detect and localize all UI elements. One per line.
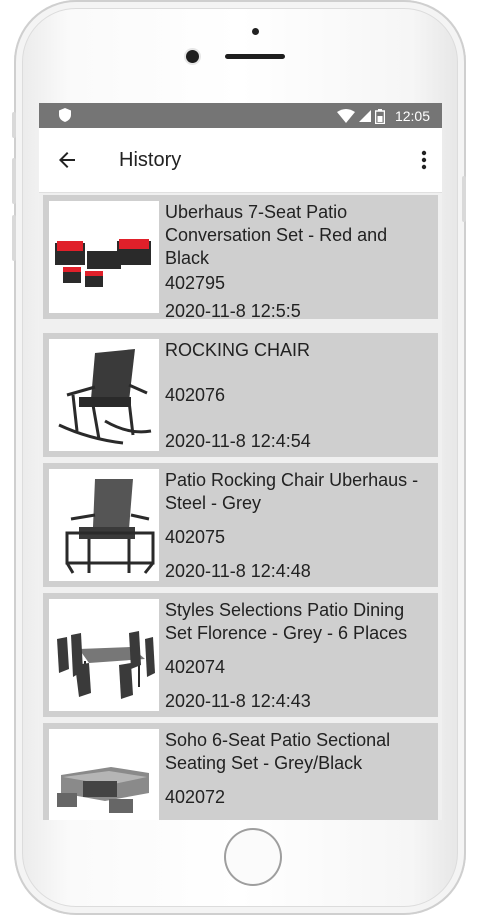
power-button (462, 176, 466, 222)
more-options-icon[interactable] (418, 148, 430, 172)
mute-switch (12, 112, 16, 138)
back-arrow-icon[interactable] (55, 148, 79, 172)
front-camera (186, 50, 199, 63)
screen: 12:05 History Uberhaus 7-Seat Patio Conv… (39, 103, 442, 820)
item-code: 402795 (165, 273, 226, 293)
item-code: 402074 (165, 657, 226, 677)
rocking-chair-image (58, 349, 152, 445)
page-title: History (119, 149, 182, 171)
item-date: 2020-11-8 12:4:43 (165, 691, 311, 711)
signal-icon (358, 110, 371, 122)
product-image (49, 201, 159, 313)
glider-chair-image (65, 479, 155, 574)
sectional-set-image (57, 767, 149, 813)
volume-up-button (12, 158, 16, 204)
list-item[interactable]: ROCKING CHAIR 402076 2020-11-8 12:4:54 (43, 333, 438, 457)
list-item[interactable]: Soho 6-Seat Patio Sectional Seating Set … (43, 723, 438, 820)
list-item[interactable]: Patio Rocking Chair Uberhaus - Steel - G… (43, 463, 438, 587)
dining-set-image (57, 631, 155, 699)
item-name: Soho 6-Seat Patio Sectional Seating Set … (165, 730, 391, 773)
product-image (49, 469, 159, 581)
item-code: 402076 (165, 385, 226, 405)
battery-icon (374, 108, 385, 124)
item-code: 402072 (165, 787, 226, 807)
list-item[interactable]: Uberhaus 7-Seat Patio Conversation Set -… (43, 195, 438, 321)
patio-set-image (55, 239, 151, 287)
shield-icon (59, 108, 71, 122)
product-image (49, 729, 159, 820)
home-button[interactable] (224, 828, 282, 886)
volume-down-button (12, 215, 16, 261)
product-image (49, 339, 159, 451)
status-icons: 12:05 (336, 106, 430, 126)
item-date: 2020-11-8 12:4:54 (165, 431, 311, 451)
item-name: Patio Rocking Chair Uberhaus - Steel - G… (165, 470, 419, 513)
item-name: ROCKING CHAIR (165, 340, 311, 360)
app-bar: History (39, 128, 442, 193)
product-image (49, 599, 159, 711)
list-item[interactable]: Styles Selections Patio Dining Set Flore… (43, 593, 438, 717)
status-time: 12:05 (394, 108, 430, 124)
status-bar: 12:05 (39, 103, 442, 128)
earpiece-speaker (225, 54, 285, 59)
item-date: 2020-11-8 12:5:5 (165, 301, 301, 321)
item-name: Uberhaus 7-Seat Patio Conversation Set -… (165, 202, 388, 268)
item-date: 2020-11-8 12:4:48 (165, 561, 311, 581)
proximity-sensor (252, 28, 259, 35)
item-name: Styles Selections Patio Dining Set Flore… (165, 600, 408, 643)
wifi-icon (336, 109, 355, 123)
item-code: 402075 (165, 527, 226, 547)
